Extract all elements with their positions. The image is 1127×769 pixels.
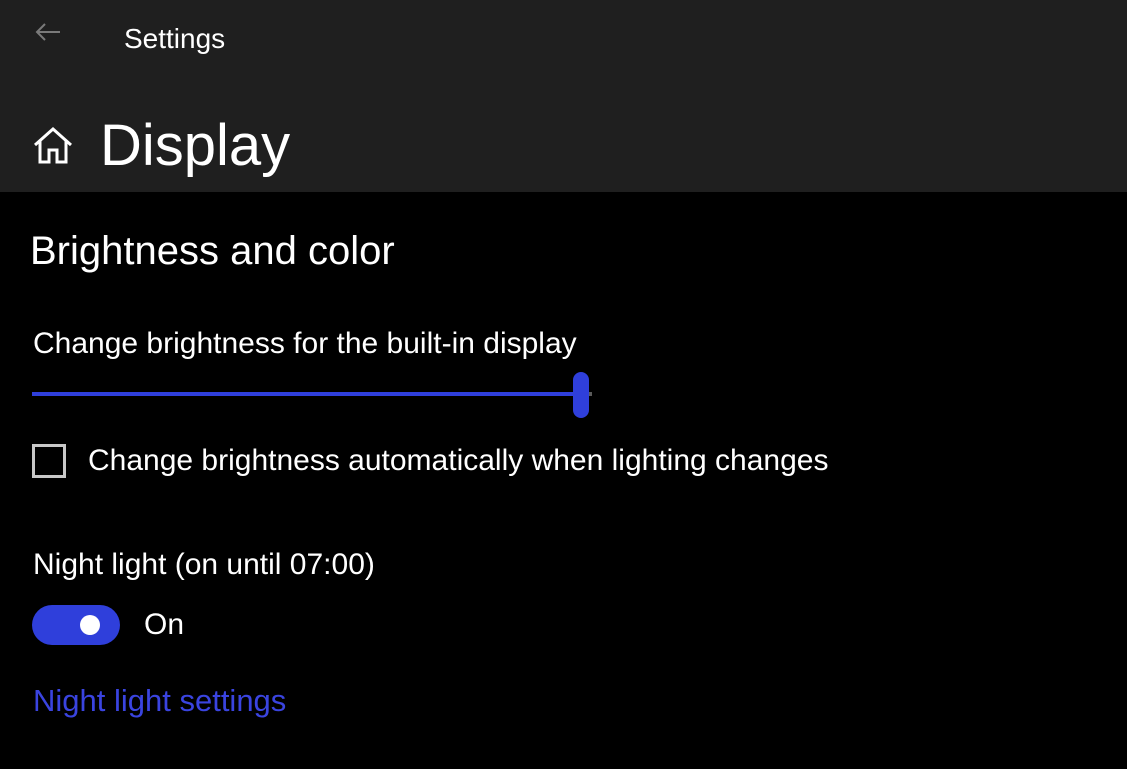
app-title: Settings [124,23,226,54]
brightness-label: Change brightness for the built-in displ… [33,327,577,360]
back-button[interactable] [28,14,68,54]
home-icon [31,125,75,170]
toggle-state-label: On [144,608,185,641]
title-bar: Settings Display [0,0,1127,192]
slider-thumb[interactable] [572,372,589,418]
night-light-toggle-row: On [32,604,184,646]
toggle-knob [80,615,100,635]
auto-brightness-option[interactable]: Change brightness automatically when lig… [32,440,828,482]
back-arrow-icon [34,22,62,47]
brightness-slider[interactable] [32,370,592,420]
page-title: Display [100,113,291,178]
auto-brightness-checkbox[interactable] [32,444,66,478]
auto-brightness-label: Change brightness automatically when lig… [88,444,829,477]
slider-fill [32,392,581,396]
section-heading: Brightness and color [30,229,395,273]
night-light-toggle[interactable] [32,605,120,645]
night-light-settings-link[interactable]: Night light settings [33,682,286,720]
home-button[interactable] [28,122,78,172]
night-light-label: Night light (on until 07:00) [33,548,375,581]
